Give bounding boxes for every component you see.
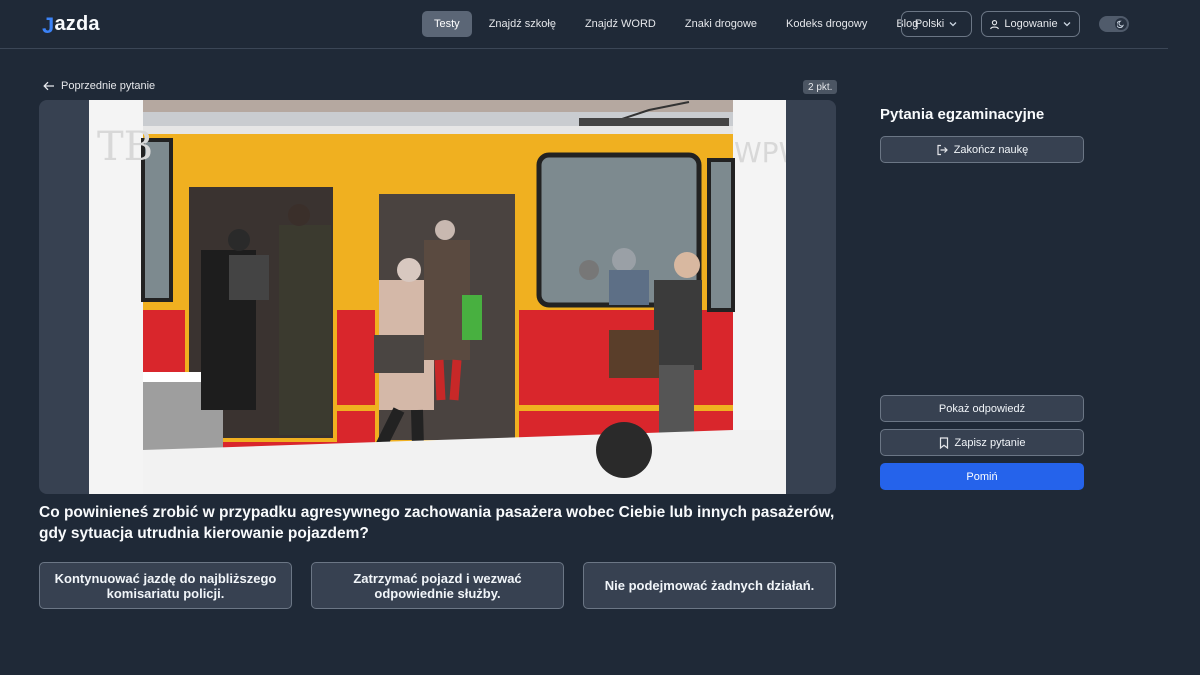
theme-toggle[interactable] xyxy=(1099,16,1129,32)
nav-item-road-signs[interactable]: Znaki drogowe xyxy=(673,11,769,37)
answer-option-2[interactable]: Zatrzymać pojazd i wezwać odpowiednie sł… xyxy=(311,562,564,609)
moon-icon xyxy=(1115,18,1127,30)
language-label: Polski xyxy=(914,18,945,30)
previous-question-label: Poprzednie pytanie xyxy=(61,80,156,92)
nav-item-find-word[interactable]: Znajdź WORD xyxy=(573,11,668,37)
main-nav: Testy Znajdź szkołę Znajdź WORD Znaki dr… xyxy=(422,11,935,37)
question-image: TB WPW xyxy=(39,100,836,494)
skip-button[interactable]: Pomiń xyxy=(880,463,1084,490)
chevron-down-icon xyxy=(1062,19,1072,29)
logo-mark: J xyxy=(42,13,55,38)
answer-option-3[interactable]: Nie podejmować żadnych działań. xyxy=(583,562,836,609)
nav-item-traffic-code[interactable]: Kodeks drogowy xyxy=(774,11,879,37)
question-text: Co powinieneś zrobić w przypadku agresyw… xyxy=(39,504,835,542)
show-answer-button[interactable]: Pokaż odpowiedź xyxy=(880,395,1084,422)
login-label: Logowanie xyxy=(1004,18,1058,30)
answer-option-1[interactable]: Kontynuować jazdę do najbliższego komisa… xyxy=(39,562,292,609)
language-select[interactable]: Polski xyxy=(901,11,972,37)
logo[interactable]: J azda xyxy=(42,12,100,38)
nav-item-testy[interactable]: Testy xyxy=(422,11,472,37)
login-button[interactable]: Logowanie xyxy=(981,11,1080,37)
save-question-button[interactable]: Zapisz pytanie xyxy=(880,429,1084,456)
save-question-label: Zapisz pytanie xyxy=(954,436,1026,449)
sidebar-title: Pytania egzaminacyjne xyxy=(880,106,1045,123)
arrow-left-icon xyxy=(43,81,55,91)
skip-label: Pomiń xyxy=(966,470,998,483)
top-header: J azda Testy Znajdź szkołę Znajdź WORD Z… xyxy=(0,0,1168,49)
tram-photo: TB WPW xyxy=(89,100,786,494)
watermark-right: WPW xyxy=(734,136,786,169)
bookmark-icon xyxy=(939,436,949,449)
end-learning-label: Zakończ naukę xyxy=(953,143,1029,156)
logout-icon xyxy=(936,144,948,156)
logo-text: azda xyxy=(54,13,100,35)
user-icon xyxy=(989,19,1000,30)
show-answer-label: Pokaż odpowiedź xyxy=(938,402,1026,415)
points-badge: 2 pkt. xyxy=(803,80,838,94)
nav-item-find-school[interactable]: Znajdź szkołę xyxy=(477,11,568,37)
watermark-left: TB xyxy=(97,124,153,170)
chevron-down-icon xyxy=(948,19,958,29)
end-learning-button[interactable]: Zakończ naukę xyxy=(880,136,1084,163)
previous-question-link[interactable]: Poprzednie pytanie xyxy=(43,80,155,92)
